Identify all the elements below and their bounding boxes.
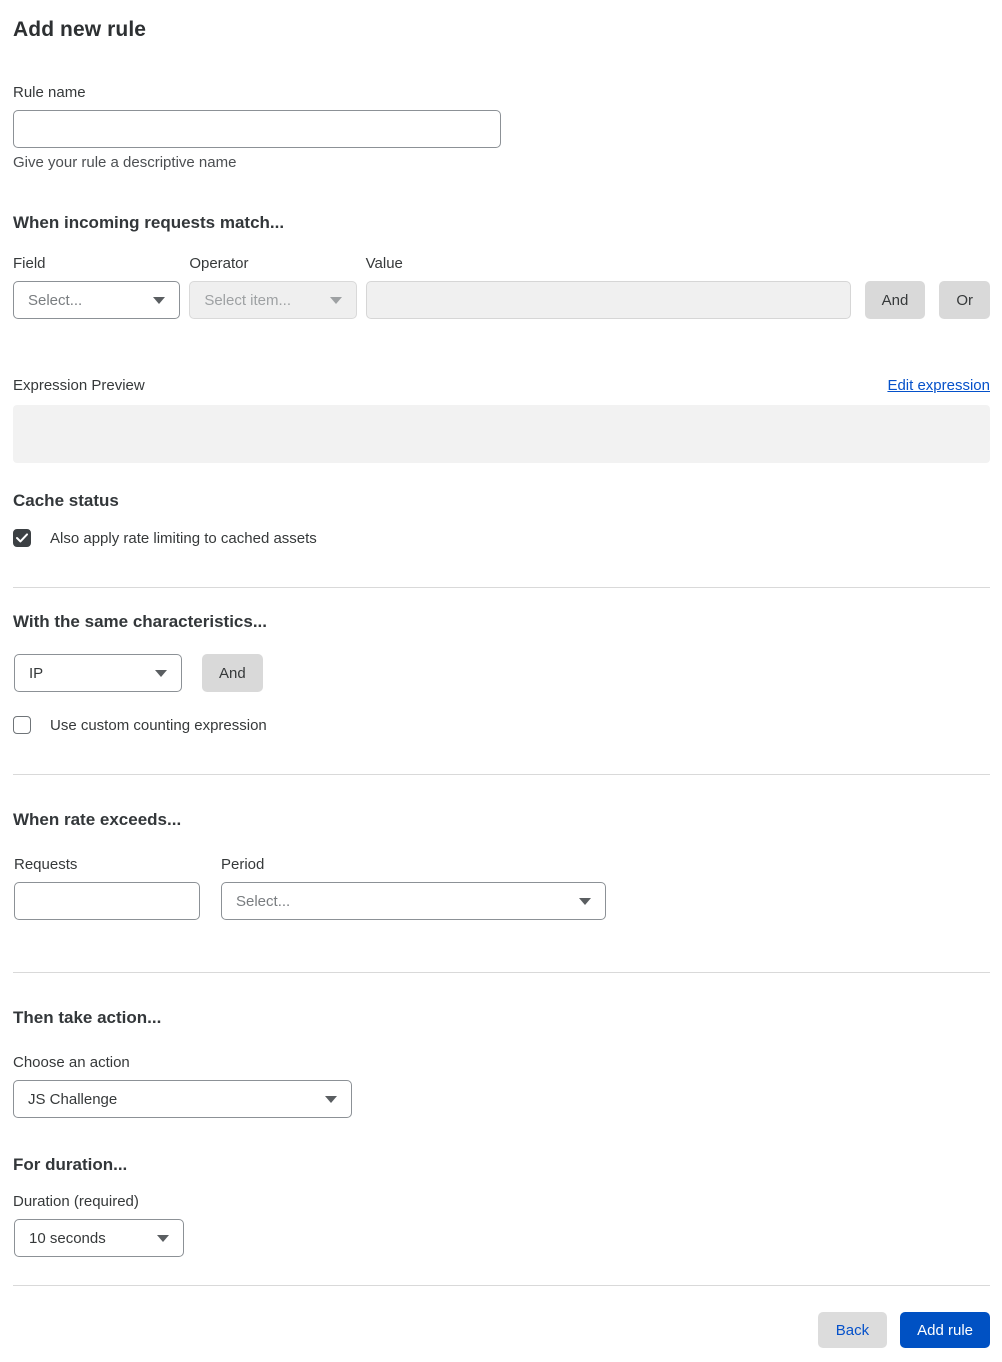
duration-group: Duration (required) 10 seconds (13, 1193, 990, 1257)
page-title: Add new rule (13, 18, 147, 41)
characteristic-select-value: IP (29, 664, 44, 682)
divider (13, 1285, 990, 1286)
cached-assets-checkbox[interactable] (13, 529, 31, 547)
duration-select-value: 10 seconds (29, 1229, 106, 1247)
operator-select: Select item... (189, 281, 357, 319)
requests-input[interactable] (14, 882, 200, 920)
chevron-down-icon (157, 1234, 169, 1242)
duration-heading: For duration... (13, 1155, 128, 1174)
expression-preview-label: Expression Preview (13, 377, 145, 394)
cached-assets-label: Also apply rate limiting to cached asset… (50, 529, 317, 547)
characteristics-row: IP And (13, 654, 990, 692)
characteristic-select[interactable]: IP (14, 654, 182, 692)
period-select-value: Select... (236, 892, 291, 910)
operator-select-value: Select item... (204, 291, 292, 309)
rate-row: Requests Period Select... (13, 856, 990, 920)
or-button[interactable]: Or (939, 281, 990, 319)
and-button[interactable]: And (864, 281, 926, 319)
rate-heading: When rate exceeds... (13, 810, 182, 829)
edit-expression-link[interactable]: Edit expression (887, 377, 990, 394)
custom-counting-label: Use custom counting expression (50, 716, 267, 734)
chevron-down-icon (325, 1095, 337, 1103)
add-rule-button[interactable]: Add rule (900, 1312, 990, 1348)
chevron-down-icon (579, 897, 591, 905)
cache-status-checkbox-row: Also apply rate limiting to cached asset… (13, 529, 990, 547)
custom-counting-checkbox-row: Use custom counting expression (13, 716, 990, 734)
chevron-down-icon (153, 296, 166, 304)
action-label: Choose an action (13, 1054, 130, 1071)
match-section-heading: When incoming requests match... (13, 213, 285, 232)
value-label: Value (365, 255, 403, 272)
rule-name-input[interactable] (13, 110, 501, 148)
divider (13, 774, 990, 775)
rule-name-label: Rule name (13, 84, 86, 101)
characteristics-heading: With the same characteristics... (13, 612, 268, 631)
chevron-down-icon (155, 669, 167, 677)
period-label: Period (221, 856, 265, 873)
field-label: Field (13, 255, 46, 272)
action-select-value: JS Challenge (28, 1090, 118, 1108)
action-heading: Then take action... (13, 1008, 162, 1027)
action-group: Choose an action JS Challenge (13, 1054, 990, 1118)
custom-counting-checkbox[interactable] (13, 716, 31, 734)
rule-name-helper: Give your rule a descriptive name (13, 154, 237, 171)
characteristics-and-button[interactable]: And (202, 654, 263, 692)
requests-label: Requests (14, 856, 78, 873)
duration-label: Duration (required) (13, 1193, 139, 1210)
cache-status-heading: Cache status (13, 491, 119, 510)
field-select-value: Select... (28, 291, 83, 309)
rule-name-group: Rule name Give your rule a descriptive n… (13, 84, 990, 171)
divider (13, 972, 990, 973)
divider (13, 587, 990, 588)
check-icon (16, 533, 28, 543)
expression-preview-box (13, 405, 990, 463)
operator-label: Operator (189, 255, 249, 272)
expression-preview-header: Expression Preview Edit expression (13, 377, 990, 394)
period-select[interactable]: Select... (221, 882, 606, 920)
back-button[interactable]: Back (817, 1312, 888, 1348)
match-builder-row: Field Select... Operator Select item... … (13, 255, 990, 319)
footer-actions: Back Add rule (13, 1312, 990, 1348)
field-select[interactable]: Select... (13, 281, 181, 319)
action-select[interactable]: JS Challenge (13, 1080, 352, 1118)
chevron-down-icon (329, 296, 342, 304)
value-input (365, 281, 851, 319)
duration-select[interactable]: 10 seconds (14, 1219, 184, 1257)
